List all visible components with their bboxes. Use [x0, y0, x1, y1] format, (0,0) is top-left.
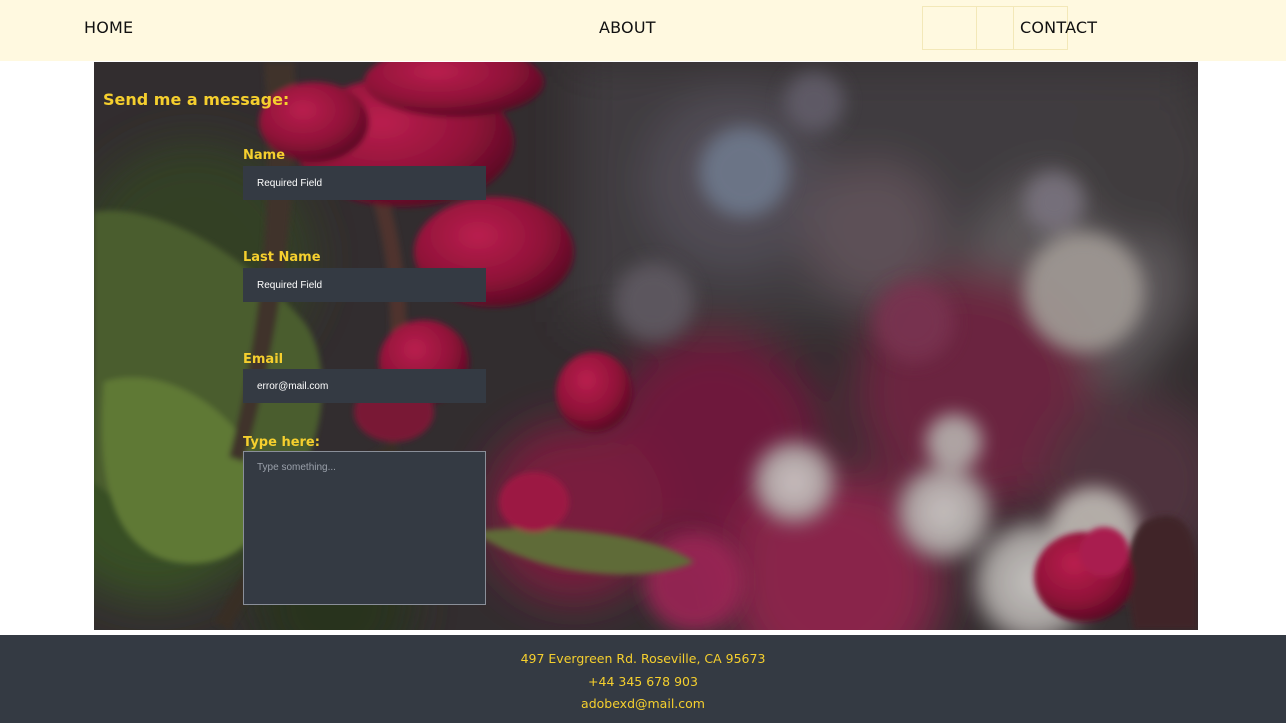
message-label: Type here: — [243, 435, 320, 450]
message-textarea[interactable] — [243, 451, 486, 605]
nav-divider — [976, 6, 1014, 50]
footer-phone: +44 345 678 903 — [588, 674, 698, 689]
nav-home-link[interactable]: HOME — [84, 18, 133, 37]
nav-contact-link[interactable]: CONTACT — [1020, 18, 1097, 37]
email-label: Email — [243, 352, 284, 367]
last-name-label: Last Name — [243, 250, 321, 265]
contact-hero-section: Send me a message: Name Last Name Email … — [94, 62, 1198, 630]
name-input[interactable] — [243, 166, 486, 200]
footer: 497 Evergreen Rd. Roseville, CA 95673 +4… — [0, 635, 1286, 723]
top-navigation: HOME ABOUT CONTACT — [0, 0, 1286, 61]
last-name-input[interactable] — [243, 268, 486, 302]
email-input[interactable] — [243, 369, 486, 403]
footer-address: 497 Evergreen Rd. Roseville, CA 95673 — [520, 651, 766, 666]
nav-about-link[interactable]: ABOUT — [599, 18, 656, 37]
form-title: Send me a message: — [103, 90, 290, 109]
name-label: Name — [243, 148, 286, 163]
footer-email: adobexd@mail.com — [581, 696, 705, 711]
